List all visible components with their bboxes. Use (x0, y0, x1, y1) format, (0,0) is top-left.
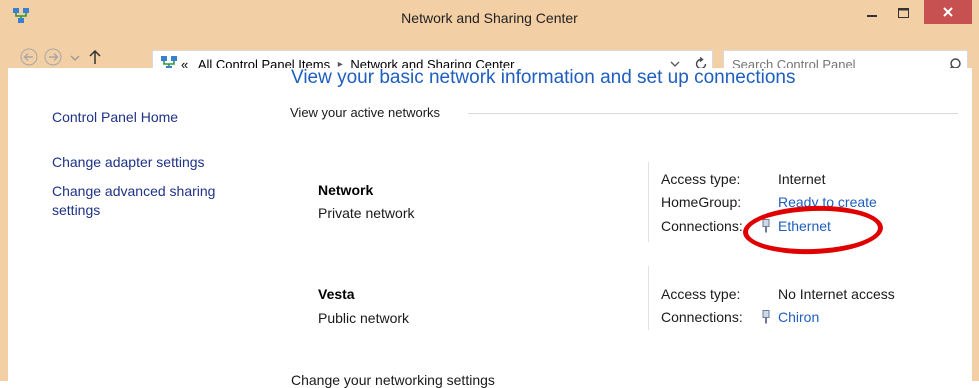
back-arrow-icon[interactable] (20, 48, 38, 66)
network-name: Vesta (318, 286, 355, 302)
sidebar-item-change-adapter-settings[interactable]: Change adapter settings (52, 153, 205, 172)
chiron-connection-link[interactable]: Chiron (778, 309, 819, 325)
minimize-button[interactable] (855, 0, 889, 25)
network-category-link: Public network (318, 310, 410, 326)
homegroup-label: HomeGroup: (661, 194, 742, 210)
window-frame-right (972, 38, 979, 381)
network-name: Network (318, 182, 374, 198)
page-title: View your basic network information and … (291, 67, 796, 88)
up-arrow-icon[interactable] (86, 48, 104, 66)
connections-label: Connections: (661, 218, 743, 234)
access-type-value: No Internet access (778, 286, 895, 302)
network-category-link: Private network (318, 205, 415, 221)
maximize-button[interactable] (886, 0, 920, 25)
title-bar: Network and Sharing Center (0, 0, 979, 38)
window-frame-left (0, 38, 8, 381)
sidebar-item-change-advanced-sharing[interactable]: Change advanced sharing (52, 182, 215, 201)
networking-settings-heading: Change your networking settings (291, 372, 495, 388)
sidebar-item-control-panel-home[interactable]: Control Panel Home (52, 108, 178, 127)
content-area: Control Panel Home Change adapter settin… (8, 67, 972, 388)
forward-arrow-icon[interactable] (44, 48, 62, 66)
window-title: Network and Sharing Center (401, 10, 578, 26)
active-networks-title: View your active networks (290, 105, 447, 120)
minimize-icon (867, 14, 877, 17)
connections-label: Connections: (661, 309, 743, 325)
network-separator (648, 162, 649, 242)
close-icon (943, 7, 953, 17)
recent-locations-chevron-down-icon[interactable] (68, 48, 82, 66)
section-divider (468, 113, 958, 114)
sidebar-item-change-advanced-sharing-settings[interactable]: settings (52, 201, 100, 220)
highlight-annotation-ellipse (742, 203, 884, 257)
access-type-value: Internet (778, 171, 826, 187)
close-button[interactable] (924, 0, 972, 24)
ethernet-icon (762, 310, 770, 324)
maximize-icon (897, 7, 909, 18)
access-type-label: Access type: (661, 171, 741, 187)
access-type-label: Access type: (661, 286, 741, 302)
network-separator (648, 266, 649, 330)
